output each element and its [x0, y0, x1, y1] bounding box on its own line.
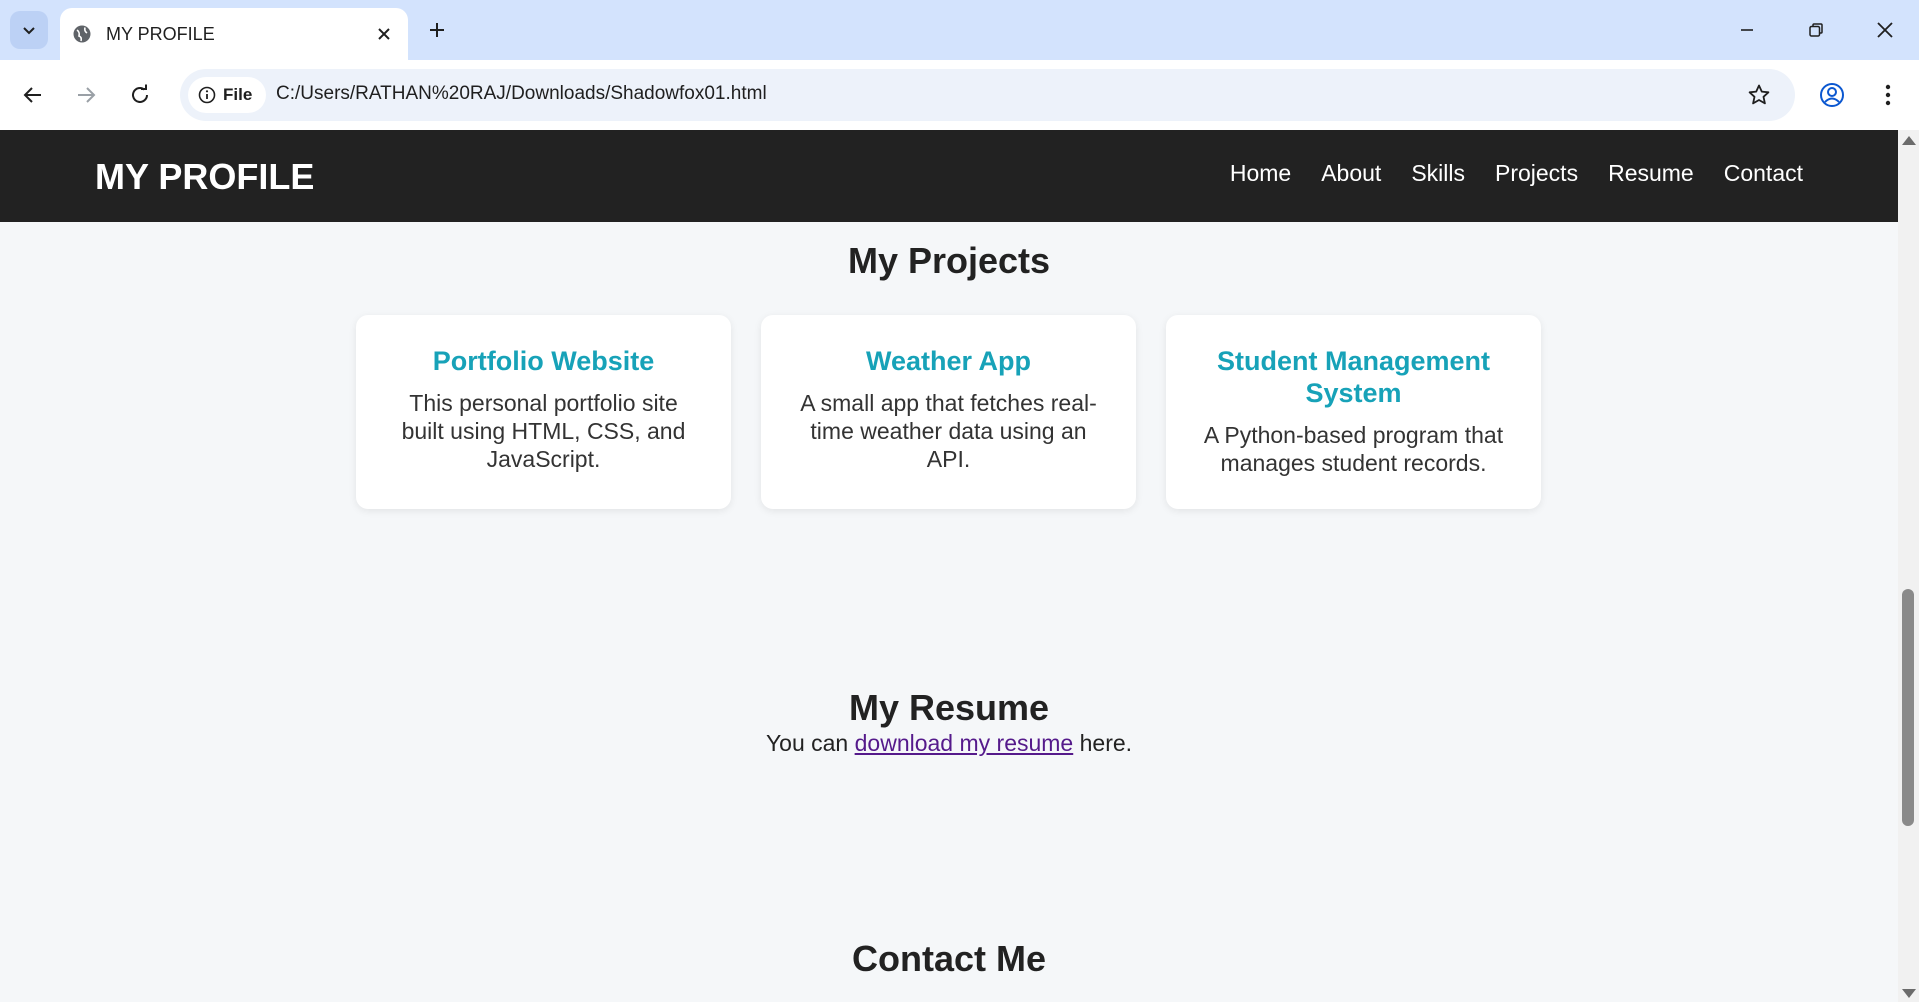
nav-link-resume[interactable]: Resume	[1608, 160, 1694, 187]
scrollbar-thumb[interactable]	[1902, 589, 1914, 826]
tab-title: MY PROFILE	[106, 23, 215, 44]
address-bar[interactable]: File C:/Users/RATHAN%20RAJ/Downloads/Sha…	[180, 69, 1795, 121]
scroll-up-arrow[interactable]	[1902, 136, 1916, 145]
chevron-down-icon	[23, 27, 35, 35]
project-card: Weather App A small app that fetches rea…	[761, 315, 1136, 509]
close-icon	[1877, 22, 1893, 38]
arrow-left-icon	[23, 87, 41, 103]
project-card-description: This personal portfolio site built using…	[401, 390, 686, 472]
download-resume-link[interactable]: download my resume	[855, 730, 1074, 756]
close-icon	[378, 28, 390, 40]
star-icon	[1748, 84, 1770, 105]
new-tab-button[interactable]	[419, 12, 455, 48]
resume-text-before: You can	[765, 730, 855, 756]
nav-link-about[interactable]: About	[1321, 160, 1381, 187]
resume-text-after: here.	[1073, 730, 1133, 756]
resume-section-title: My Resume	[848, 687, 1050, 728]
bookmark-button[interactable]	[1745, 81, 1773, 109]
forward-button[interactable]	[66, 75, 106, 115]
tab-close-button[interactable]	[368, 18, 400, 50]
profile-button[interactable]	[1812, 75, 1852, 115]
site-header: MY PROFILE Home About Skills Projects Re…	[0, 130, 1898, 222]
minimize-icon	[1741, 29, 1753, 31]
plus-icon	[430, 23, 444, 37]
arrow-right-icon	[78, 87, 96, 103]
project-card-description: A small app that fetches real-time weath…	[800, 390, 1097, 472]
back-button[interactable]	[13, 75, 53, 115]
site-nav: Home About Skills Projects Resume Contac…	[1230, 160, 1803, 187]
vertical-scrollbar[interactable]	[1898, 130, 1919, 1002]
globe-icon	[73, 25, 91, 43]
reload-button[interactable]	[120, 75, 160, 115]
site-chip-label: File	[223, 85, 253, 104]
browser-toolbar: File C:/Users/RATHAN%20RAJ/Downloads/Sha…	[0, 60, 1919, 130]
site-info-chip[interactable]: File	[188, 77, 266, 113]
page-viewport: MY PROFILE Home About Skills Projects Re…	[0, 130, 1919, 1002]
browser-tab[interactable]: MY PROFILE	[60, 8, 408, 60]
minimize-button[interactable]	[1713, 0, 1781, 60]
browser-menu-button[interactable]	[1868, 75, 1908, 115]
project-card-title: Weather App	[865, 346, 1032, 376]
url-text[interactable]: C:/Users/RATHAN%20RAJ/Downloads/Shadowfo…	[276, 83, 767, 105]
project-card: Portfolio Website This personal portfoli…	[356, 315, 731, 509]
resume-text: You can download my resume here.	[0, 730, 1898, 757]
tab-search-button[interactable]	[10, 11, 48, 49]
nav-link-projects[interactable]: Projects	[1495, 160, 1578, 187]
project-card-title: Portfolio Website	[432, 346, 655, 376]
scroll-down-arrow[interactable]	[1902, 989, 1916, 998]
projects-section-title: My Projects	[847, 240, 1051, 281]
project-cards: Portfolio Website This personal portfoli…	[356, 315, 1541, 509]
account-circle-icon	[1820, 83, 1844, 107]
project-card-title: Student Management System	[1216, 346, 1491, 408]
close-window-button[interactable]	[1851, 0, 1919, 60]
more-vertical-icon	[1885, 84, 1891, 106]
nav-link-skills[interactable]: Skills	[1411, 160, 1465, 187]
project-card: Student Management System A Python-based…	[1166, 315, 1541, 509]
contact-section-title: Contact Me	[851, 938, 1046, 979]
nav-link-contact[interactable]: Contact	[1724, 160, 1803, 187]
restore-icon	[1809, 23, 1823, 37]
restore-button[interactable]	[1782, 0, 1850, 60]
browser-tab-bar: MY PROFILE	[0, 0, 1919, 60]
reload-icon	[132, 84, 148, 103]
nav-link-home[interactable]: Home	[1230, 160, 1291, 187]
info-icon	[198, 86, 216, 104]
site-brand: MY PROFILE	[95, 156, 315, 197]
project-card-description: A Python-based program that manages stud…	[1203, 422, 1504, 476]
